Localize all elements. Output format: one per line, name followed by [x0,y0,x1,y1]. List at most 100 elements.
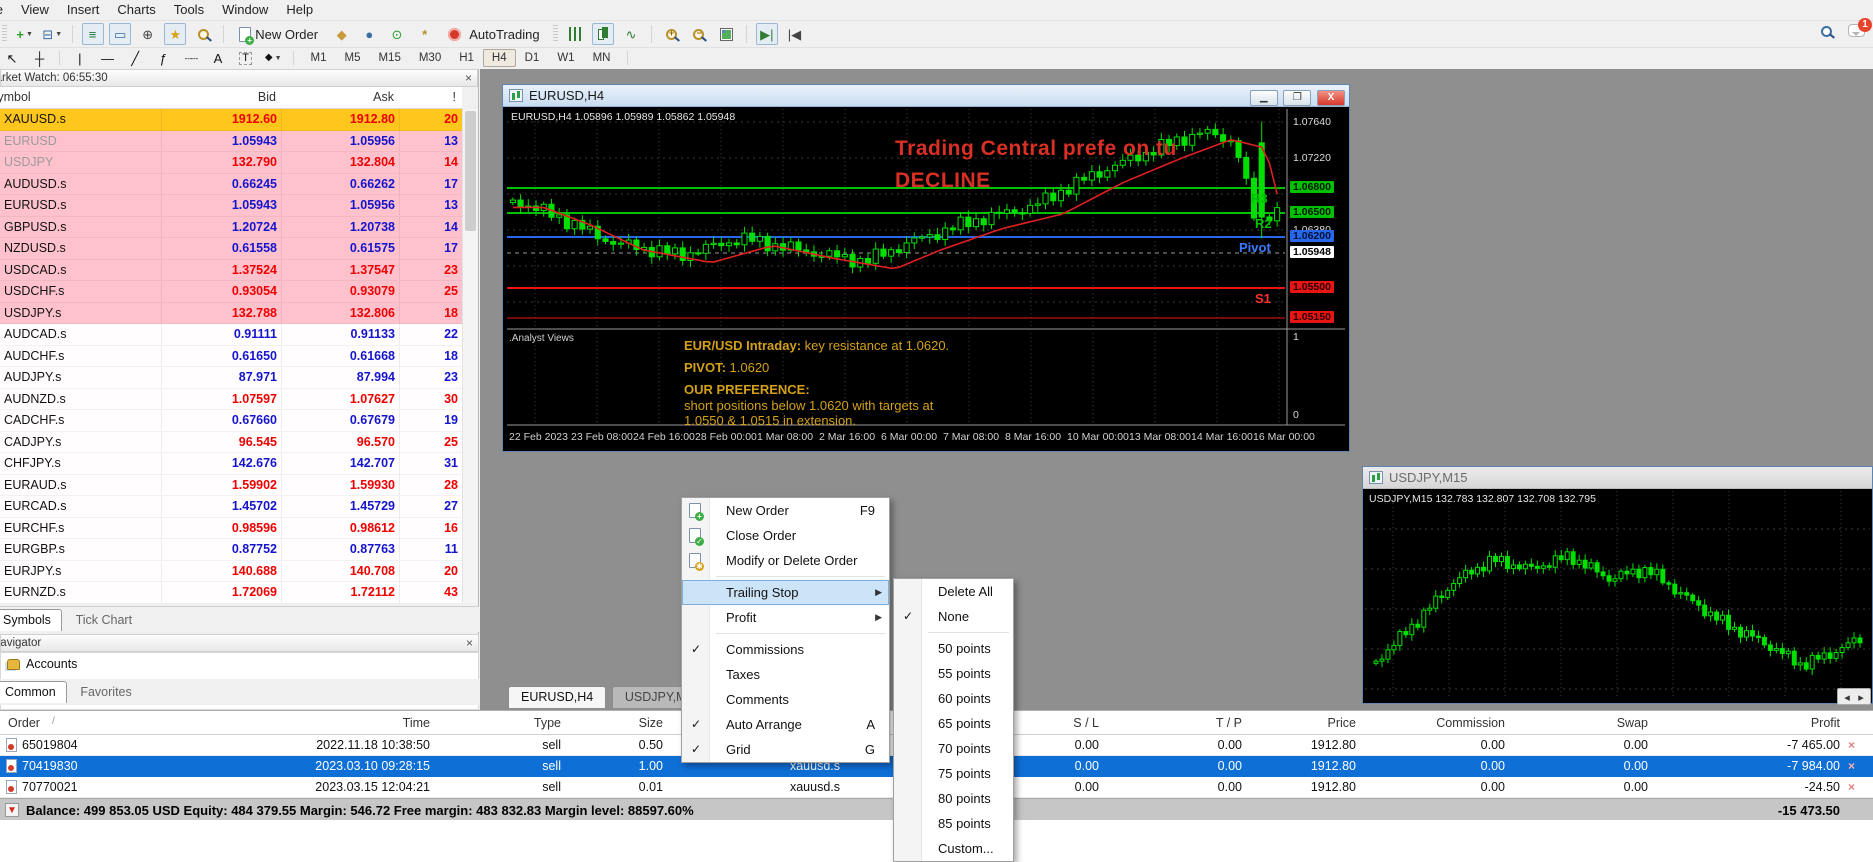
tab-scroll-right-icon[interactable]: ▸ [1854,691,1868,704]
search-icon[interactable] [1821,26,1832,37]
market-watch-row-usdchf.s[interactable]: USDCHF.s0.930540.9307925 [0,281,462,303]
menubar-item-tools[interactable]: Tools [165,0,213,19]
menu-item-commissions[interactable]: Commissions✓ [682,637,889,662]
menubar-item-insert[interactable]: Insert [58,0,109,19]
market-watch-row-eurnzd.s[interactable]: EURNZD.s1.720691.7211243 [0,582,462,603]
menubar-item-window[interactable]: Window [213,0,277,19]
bar-chart-mode-button[interactable] [565,23,587,45]
column-symbol[interactable]: Symbol [4,90,31,104]
menu-item-taxes[interactable]: Taxes [682,662,889,687]
market-watch-row-cadjpy.s[interactable]: CADJPY.s96.54596.57025 [0,432,462,454]
market-watch-row-xauusd.s[interactable]: XAUUSD.s1912.601912.8020 [0,109,462,131]
timeframe-m30[interactable]: M30 [410,49,450,67]
market-watch-row-audjpy.s[interactable]: AUDJPY.s87.97187.99423 [0,367,462,389]
market-watch-row-eurcad.s[interactable]: EURCAD.s1.457021.4572927 [0,496,462,518]
tab-common[interactable]: Common [0,681,67,703]
menubar-item-file[interactable]: File [0,0,12,19]
notifications-icon[interactable]: 1 [1848,24,1865,37]
menu-item-none[interactable]: None✓ [894,604,1013,629]
market-watch-row-audcad.s[interactable]: AUDCAD.s0.911110.9113322 [0,324,462,346]
menu-item-85-points[interactable]: 85 points [894,811,1013,836]
toolbar-grip[interactable] [553,25,558,43]
signals-button[interactable]: ⊙ [386,23,408,45]
timeframe-mn[interactable]: MN [584,49,620,67]
channel-button[interactable]: ┄┄ [179,49,201,67]
market-watch-row-usdjpy[interactable]: USDJPY132.790132.80414 [0,152,462,174]
market-watch-row-eurusd[interactable]: EURUSD1.059431.0595613 [0,131,462,153]
orders-column-profit[interactable]: Profit [1620,716,1840,730]
market-watch-row-usdcad.s[interactable]: USDCAD.s1.375241.3754723 [0,260,462,282]
new-chart-button[interactable]: +▼ [14,23,36,45]
menu-item-delete-all[interactable]: Delete All [894,579,1013,604]
market-watch-row-gbpusd.s[interactable]: GBPUSD.s1.207241.2073814 [0,217,462,239]
minimize-button[interactable]: ▁ [1250,90,1278,106]
close-position-icon[interactable]: × [1848,780,1855,794]
tab-favorites[interactable]: Favorites [70,682,141,703]
menu-item-55-points[interactable]: 55 points [894,661,1013,686]
trendline-button[interactable]: ╱ [124,49,146,67]
market-watch-row-cadchf.s[interactable]: CADCHF.s0.676600.6767919 [0,410,462,432]
menu-item-grid[interactable]: Grid✓G [682,737,889,762]
close-button[interactable]: X [1317,90,1345,106]
market-watch-row-eurgbp.s[interactable]: EURGBP.s0.877520.8776311 [0,539,462,561]
menu-item-comments[interactable]: Comments [682,687,889,712]
orders-column-size[interactable]: Size [443,716,663,730]
menubar-item-view[interactable]: View [12,0,58,19]
market-watch-scrollbar[interactable] [462,109,477,603]
navigator-toggle[interactable]: ⊕ [137,23,159,45]
orders-column-swap[interactable]: Swap [1428,716,1648,730]
text-button[interactable]: A [207,49,229,67]
menu-item-profit[interactable]: Profit▶ [682,605,889,630]
close-position-icon[interactable]: × [1848,759,1855,773]
timeframe-h4[interactable]: H4 [483,49,516,67]
market-watch-row-eurusd.s[interactable]: EURUSD.s1.059431.0595613 [0,195,462,217]
menu-item-custom-[interactable]: Custom... [894,836,1013,861]
fibonacci-button[interactable]: ƒ [152,49,174,67]
timeframe-m15[interactable]: M15 [369,49,409,67]
close-icon[interactable]: × [465,71,472,85]
tab-tick-chart[interactable]: Tick Chart [66,610,143,631]
zoom-in-button[interactable]: + [660,23,682,45]
market-watch-row-audnzd.s[interactable]: AUDNZD.s1.075971.0762730 [0,389,462,411]
menu-item-65-points[interactable]: 65 points [894,711,1013,736]
data-window-toggle[interactable]: ▭ [109,23,131,45]
market-watch-row-usdjpy.s[interactable]: USDJPY.s132.788132.80618 [0,303,462,325]
market-watch-row-audusd.s[interactable]: AUDUSD.s0.662450.6626217 [0,174,462,196]
strategy-tester-toggle[interactable] [192,23,214,45]
market-watch-row-eurchf.s[interactable]: EURCHF.s0.985960.9861216 [0,518,462,540]
restore-button[interactable]: ❐ [1283,90,1311,106]
toolbar-grip[interactable] [2,25,7,43]
text-label-button[interactable]: T [235,49,257,67]
menu-item-70-points[interactable]: 70 points [894,736,1013,761]
options-button[interactable]: * [414,23,436,45]
crosshair-button[interactable]: ┼ [29,49,51,67]
market-watch-row-audchf.s[interactable]: AUDCHF.s0.616500.6166818 [0,346,462,368]
menu-item-80-points[interactable]: 80 points [894,786,1013,811]
chart-canvas-eurusd[interactable]: EURUSD,H4 1.05896 1.05989 1.05862 1.0594… [503,107,1349,451]
menu-item-modify-or-delete-order[interactable]: Modify or Delete Order✱ [682,548,889,573]
close-icon[interactable]: × [466,636,473,650]
navigator-item-accounts[interactable]: Accounts [1,653,478,675]
candlestick-mode-button[interactable] [592,23,614,45]
zoom-out-button[interactable]: − [688,23,710,45]
terminal-toggle[interactable]: ★ [164,23,186,45]
vertical-line-button[interactable]: | [69,49,91,67]
chart-tab-eurusd[interactable]: EURUSD,H4 [508,686,606,708]
column-spread[interactable]: ! [400,90,456,104]
close-position-icon[interactable]: × [1848,738,1855,752]
arrows-button[interactable]: ◆▼ [262,49,284,67]
menu-item-50-points[interactable]: 50 points [894,636,1013,661]
column-ask[interactable]: Ask [282,90,394,104]
auto-scroll-button[interactable]: ▶| [756,23,778,45]
timeframe-d1[interactable]: D1 [516,49,549,67]
timeframe-h1[interactable]: H1 [450,49,483,67]
market-watch-row-eurjpy.s[interactable]: EURJPY.s140.688140.70820 [0,561,462,583]
horizontal-line-button[interactable]: — [97,49,119,67]
timeframe-m1[interactable]: M1 [302,49,336,67]
menubar-item-help[interactable]: Help [277,0,322,19]
tile-windows-button[interactable] [716,23,738,45]
market-watch-row-euraud.s[interactable]: EURAUD.s1.599021.5993028 [0,475,462,497]
scrollbar-thumb[interactable] [465,111,476,231]
autotrading-button[interactable]: AutoTrading [441,23,546,45]
cursor-button[interactable]: ↖ [1,49,23,67]
